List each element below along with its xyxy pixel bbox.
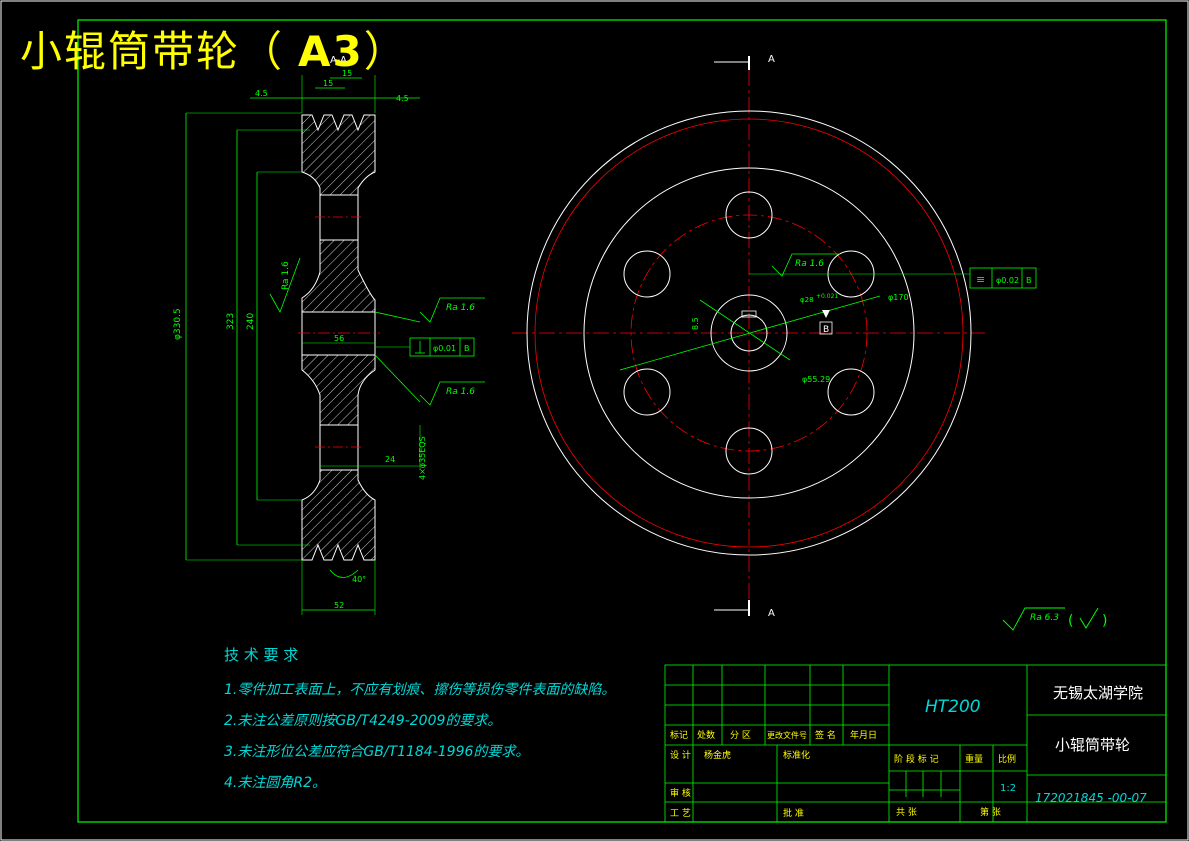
school-name: 无锡太湖学院 [1053,684,1143,702]
datum-b: B [823,325,829,335]
tech-item-2: 2.未注公差原则按GB/T4249-2009的要求。 [224,713,502,729]
tb-stage: 阶 段 标 记 [894,753,939,765]
tb-date: 年月日 [850,729,877,741]
tb-count: 处数 [697,729,715,741]
scale-value: 1:2 [1000,783,1016,794]
tech-item-1: 1.零件加工表面上，不应有划痕、擦伤等损伤零件表面的缺陷。 [224,682,616,698]
drawing-title: 小辊筒带轮（ A3） [20,18,408,79]
material: HT200 [925,697,981,717]
roughness-paren-close: ) [1102,613,1107,629]
part-name: 小辊筒带轮 [1055,736,1130,754]
dim-pitch-diameter: 323 [226,313,236,330]
tb-total: 共 张 [896,807,917,818]
tb-docno: 更改文件号 [767,730,807,740]
roughness-bore-bottom: Ra 1.6 [446,387,475,397]
roughness-paren-open: ( [1068,613,1073,629]
dim-outer-diameter: φ330.5 [173,308,183,340]
title-main: 小辊筒带轮（ [20,27,285,76]
roughness-hub-side: Ra 1.6 [281,261,291,290]
dim-hole-circle: φ55.29 [802,375,830,384]
symmetry-value: φ0.02 [996,276,1019,285]
dim-inner-diameter: 240 [246,313,256,330]
dim-bore-width: 56 [334,334,344,343]
tb-zone: 分 区 [730,730,751,741]
tb-sheet: 第 张 [980,806,1001,818]
dim-right-offset: 4.5 [396,94,409,103]
dim-bore-tolerance: +0.021 [816,293,838,300]
dim-left-offset: 4.5 [255,89,268,98]
tb-mark: 标记 [670,729,688,741]
tb-design: 设 计 [670,749,691,761]
front-view: A A φ170 φ28 +0.021 φ55.29 8.5 Ra 1.6 ≡ … [512,54,1037,619]
dim-key-depth: 8.5 [691,317,700,330]
roughness-keyway: Ra 1.6 [795,259,824,269]
tb-process: 工 艺 [670,808,691,819]
tb-approve: 批 准 [783,807,804,819]
title-size: A3 [298,27,364,76]
perpendicularity-datum: B [464,344,470,353]
drawing-number: 172021845 -00-07 [1035,791,1147,805]
dim-pitch-circle: φ170 [888,293,909,302]
technical-requirements: 技 术 要 求 1.零件加工表面上，不应有划痕、擦伤等损伤零件表面的缺陷。 2.… [224,644,615,803]
dim-web-thickness: 24 [385,455,395,464]
dim-hub-bore: φ28 [800,296,814,304]
dim-groove-angle: 40° [352,575,366,584]
tb-check: 审 核 [670,787,691,799]
cut-label-bottom: A [768,608,775,619]
symmetry-symbol: ≡ [976,273,985,286]
tech-heading: 技 术 要 求 [224,646,299,664]
tech-item-4: 4.未注圆角R2。 [224,775,326,791]
tb-sign: 签 名 [815,729,836,741]
dim-groove-pitch-1: 15 [323,79,333,88]
tb-weight: 重量 [965,753,983,765]
section-view: φ330.5 323 240 4.5 15 15 4.5 A-A 52 40° … [173,55,485,615]
tb-std: 标准化 [783,749,810,761]
dim-hole-pattern: 4×φ35EQS [418,436,427,480]
dim-width: 52 [334,601,344,610]
tech-item-3: 3.未注形位公差应符合GB/T1184-1996的要求。 [224,744,530,760]
cut-label-top: A [768,54,775,65]
roughness-general: Ra 6.3 [1030,613,1059,623]
roughness-bore-top: Ra 1.6 [446,303,475,313]
title-close: ） [363,27,408,76]
symmetry-datum: B [1026,276,1032,285]
tb-scale: 比例 [998,753,1016,765]
perpendicularity-value: φ0.01 [433,344,456,353]
tb-designer: 杨金虎 [704,749,731,761]
